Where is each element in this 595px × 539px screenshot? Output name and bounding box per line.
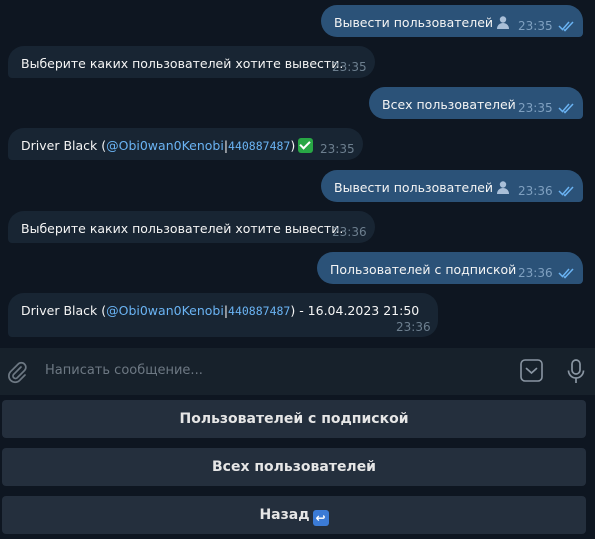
keyboard-button-all-users[interactable]: Всех пользователей <box>2 448 586 486</box>
message-incoming[interactable]: Выберите каких пользователей хотите выве… <box>8 211 375 243</box>
message-time: 23:35 <box>518 101 553 115</box>
read-checkmarks-icon <box>558 103 574 114</box>
keyboard-button-subscribed-users[interactable]: Пользователей с подпиской <box>2 400 586 438</box>
message-time: 23:36 <box>332 225 367 239</box>
message-incoming[interactable]: Выберите каких пользователей хотите выве… <box>8 46 375 78</box>
message-text: Вывести пользователей <box>334 15 510 30</box>
message-time: 23:35 <box>518 19 553 33</box>
user-mention-link[interactable]: @Obi0wan0Kenobi <box>106 138 224 153</box>
message-input[interactable]: Написать сообщение... <box>45 363 203 378</box>
read-checkmarks-icon <box>558 21 574 32</box>
message-text: Выберите каких пользователей хотите выве… <box>21 56 344 71</box>
message-outgoing[interactable]: Вывести пользователей 23:35 <box>321 5 583 37</box>
message-text: Пользователей с подпиской <box>330 262 517 277</box>
user-id[interactable]: 440887487 <box>228 304 290 318</box>
message-text: Driver Black (@Obi0wan0Kenobi|440887487) <box>21 138 314 153</box>
message-text: Выберите каких пользователей хотите выве… <box>21 221 344 236</box>
message-text: Всех пользователей <box>382 97 516 112</box>
message-outgoing[interactable]: Пользователей с подпиской 23:36 <box>317 252 583 284</box>
message-time: 23:36 <box>396 320 431 334</box>
keyboard-button-label: Пользователей с подпиской <box>179 411 409 427</box>
keyboard-button-back[interactable]: Назад ↩ <box>2 496 586 534</box>
user-mention-link[interactable]: @Obi0wan0Kenobi <box>106 303 224 318</box>
user-silhouette-icon <box>496 180 510 194</box>
message-text: Вывести пользователей <box>334 180 510 195</box>
message-time: 23:35 <box>320 142 355 156</box>
message-time: 23:36 <box>518 184 553 198</box>
check-mark-emoji-icon <box>298 138 314 153</box>
message-incoming[interactable]: Driver Black (@Obi0wan0Kenobi|440887487)… <box>8 293 438 337</box>
keyboard-button-label: Всех пользователей <box>212 459 376 475</box>
microphone-icon[interactable] <box>566 359 586 385</box>
message-composer: Написать сообщение... <box>0 348 595 395</box>
chat-history: Вывести пользователей 23:35 Выберите как… <box>0 0 595 348</box>
user-silhouette-icon <box>496 15 510 29</box>
message-outgoing[interactable]: Вывести пользователей 23:36 <box>321 170 583 202</box>
read-checkmarks-icon <box>558 268 574 279</box>
keyboard-button-label: Назад <box>259 507 310 523</box>
message-time: 23:36 <box>518 266 553 280</box>
message-time: 23:35 <box>332 60 367 74</box>
bot-keyboard-toggle-icon[interactable] <box>520 359 543 382</box>
paperclip-icon[interactable] <box>6 360 28 384</box>
message-incoming[interactable]: Driver Black (@Obi0wan0Kenobi|440887487)… <box>8 128 363 160</box>
message-outgoing[interactable]: Всех пользователей 23:35 <box>369 87 583 119</box>
message-text: Driver Black (@Obi0wan0Kenobi|440887487)… <box>21 303 420 318</box>
user-id[interactable]: 440887487 <box>228 139 290 153</box>
return-arrow-icon: ↩ <box>312 510 329 526</box>
read-checkmarks-icon <box>558 186 574 197</box>
